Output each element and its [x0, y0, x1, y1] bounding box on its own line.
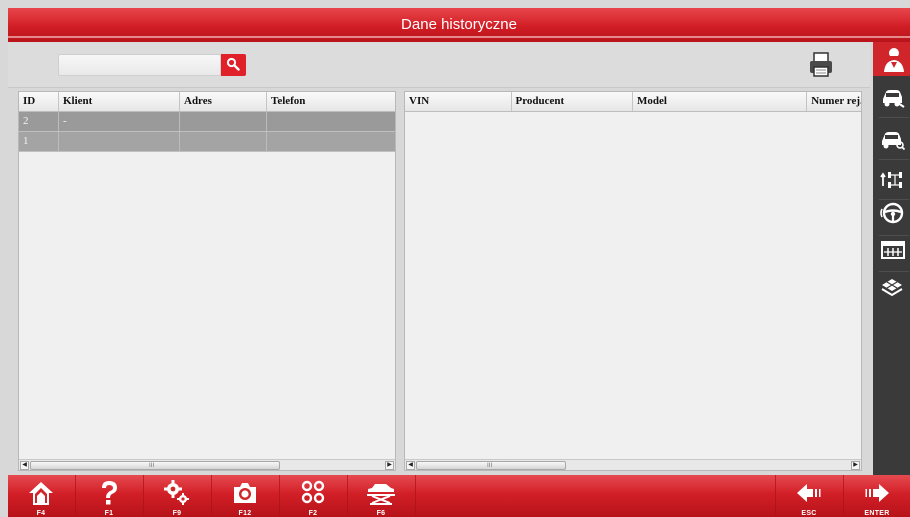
- table-row[interactable]: 1: [19, 132, 395, 152]
- map-icon: [880, 279, 903, 297]
- clients-table: ID Klient Adres Telefon 2 - 1 ◀ III ▶: [18, 91, 396, 471]
- scroll-thumb[interactable]: III: [416, 461, 566, 470]
- key-label-f9: F9: [172, 510, 182, 517]
- sidebar-item-car-search[interactable]: [873, 122, 910, 156]
- scroll-left-arrow[interactable]: ◀: [20, 461, 29, 470]
- sidebar-item-steering[interactable]: [873, 196, 910, 230]
- cell-adres: [180, 132, 267, 151]
- search-input[interactable]: [58, 54, 221, 76]
- horizontal-scrollbar[interactable]: ◀ III ▶: [405, 459, 861, 470]
- column-header-model[interactable]: Model: [633, 92, 808, 111]
- home-icon: [29, 482, 53, 505]
- table-icon: [880, 241, 905, 259]
- key-label-f12: F12: [238, 510, 252, 517]
- column-header-telefon[interactable]: Telefon: [267, 92, 395, 111]
- home-button[interactable]: F4: [8, 475, 74, 517]
- scroll-right-arrow[interactable]: ▶: [385, 461, 394, 470]
- help-button[interactable]: F1: [76, 475, 142, 517]
- sidebar-item-car-edit[interactable]: [873, 80, 910, 114]
- question-icon: [102, 481, 117, 505]
- gears-icon: [164, 480, 189, 505]
- modules-icon: [301, 480, 325, 504]
- next-button[interactable]: ENTER: [844, 475, 910, 517]
- sidebar-item-map[interactable]: [873, 270, 910, 304]
- column-header-adres[interactable]: Adres: [180, 92, 267, 111]
- cell-klient: -: [59, 112, 180, 131]
- table-row[interactable]: 2 -: [19, 112, 395, 132]
- key-label-enter: ENTER: [864, 510, 890, 517]
- key-label-f6: F6: [376, 510, 386, 517]
- title-divider: [8, 36, 910, 38]
- scroll-thumb[interactable]: III: [30, 461, 280, 470]
- scroll-grip: III: [149, 462, 155, 469]
- car-edit-icon: [882, 90, 905, 108]
- window-title: Dane historyczne: [401, 16, 517, 33]
- key-label-f1: F1: [104, 510, 114, 517]
- column-header-klient[interactable]: Klient: [59, 92, 180, 111]
- vehicles-table: VIN Producent Model Numer rej. ◀ III ▶: [404, 91, 862, 471]
- cell-klient: [59, 132, 180, 151]
- right-sidebar: [873, 42, 910, 475]
- scroll-grip: III: [487, 462, 493, 469]
- sidebar-item-axle[interactable]: [873, 163, 910, 197]
- sidebar-separator: [879, 117, 909, 118]
- clients-table-header: ID Klient Adres Telefon: [19, 92, 395, 112]
- camera-icon: [234, 483, 256, 503]
- search-icon: [226, 57, 240, 71]
- cell-telefon: [267, 112, 395, 131]
- bottom-function-bar: F4 F1 F9 F12 F2 F6 ESC ENTER: [8, 475, 910, 517]
- scroll-left-arrow[interactable]: ◀: [406, 461, 415, 470]
- lift-button[interactable]: F6: [348, 475, 414, 517]
- cell-id: 2: [19, 112, 59, 131]
- printer-icon: [810, 52, 832, 77]
- app-window: Dane historyczne ID Klient Adres Telefon…: [0, 0, 910, 517]
- sidebar-item-client[interactable]: [873, 42, 910, 76]
- toolbar: [8, 42, 870, 88]
- key-label-esc: ESC: [801, 510, 817, 517]
- sidebar-item-table[interactable]: [873, 233, 910, 267]
- cell-telefon: [267, 132, 395, 151]
- sidebar-separator: [879, 159, 909, 160]
- camera-button[interactable]: F12: [212, 475, 278, 517]
- back-button[interactable]: ESC: [776, 475, 842, 517]
- search-button[interactable]: [221, 54, 246, 76]
- column-header-vin[interactable]: VIN: [405, 92, 512, 111]
- vehicles-table-header: VIN Producent Model Numer rej.: [405, 92, 861, 112]
- title-bar: Dane historyczne: [8, 8, 910, 42]
- cell-id: 1: [19, 132, 59, 151]
- axle-icon: [879, 172, 902, 188]
- cell-adres: [180, 112, 267, 131]
- steering-wheel-icon: [879, 202, 903, 224]
- print-button[interactable]: [806, 50, 836, 80]
- key-label-f2: F2: [308, 510, 318, 517]
- client-icon: [883, 48, 904, 72]
- key-label-f4: F4: [36, 510, 46, 517]
- button-separator: [415, 475, 416, 517]
- arrow-right-icon: [865, 484, 889, 502]
- lift-icon: [367, 484, 395, 505]
- arrow-left-icon: [797, 484, 821, 502]
- scroll-right-arrow[interactable]: ▶: [851, 461, 860, 470]
- settings-button[interactable]: F9: [144, 475, 210, 517]
- column-header-numer-rej[interactable]: Numer rej.: [807, 92, 861, 111]
- modules-button[interactable]: F2: [280, 475, 346, 517]
- horizontal-scrollbar[interactable]: ◀ III ▶: [19, 459, 395, 470]
- car-search-icon: [881, 132, 905, 151]
- column-header-id[interactable]: ID: [19, 92, 59, 111]
- column-header-producent[interactable]: Producent: [512, 92, 633, 111]
